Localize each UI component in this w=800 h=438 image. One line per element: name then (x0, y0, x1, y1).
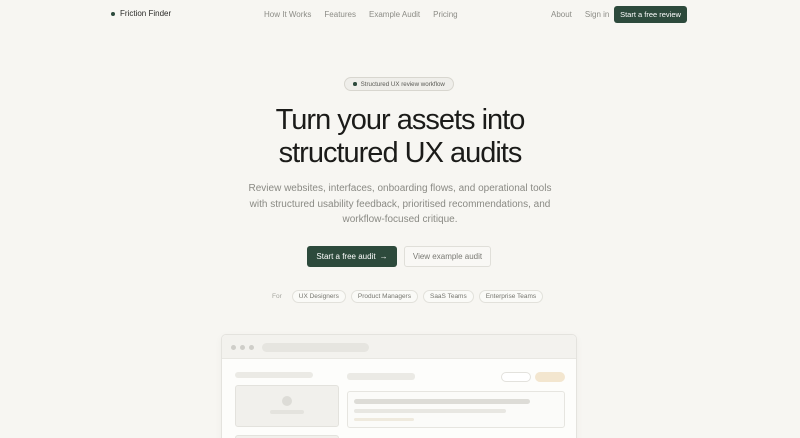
start-free-audit-label: Start a free audit (316, 252, 376, 261)
audience-pill-saas-teams: SaaS Teams (422, 290, 474, 303)
headline-line-2: structured UX audits (278, 137, 523, 169)
window-dot-icon (231, 345, 236, 350)
brand-logo[interactable]: Friction Finder (111, 9, 171, 18)
skeleton-card (235, 385, 339, 427)
placeholder-image-icon (282, 396, 292, 406)
skeleton-pill (501, 372, 531, 382)
nav-link-features[interactable]: Features (324, 10, 356, 19)
arrow-right-icon: → (379, 252, 388, 261)
badge-dot-icon (353, 82, 357, 86)
skeleton-line (354, 409, 506, 413)
nav-links: How It Works Features Example Audit Pric… (264, 10, 458, 19)
headline-line-1: Turn your assets into (275, 104, 526, 136)
skeleton-line (347, 373, 415, 380)
window-dot-icon (240, 345, 245, 350)
preview-window-titlebar (222, 335, 576, 359)
audience-list: For UX Designers Product Managers SaaS T… (272, 290, 544, 303)
skeleton-line (354, 418, 414, 421)
nav-link-how-it-works[interactable]: How It Works (264, 10, 311, 19)
nav-secondary-links: About Sign in (551, 10, 609, 19)
subtext-line-1: Review websites, interfaces, onboarding … (248, 183, 552, 194)
start-free-review-button[interactable]: Start a free review (614, 6, 687, 23)
product-preview-window (221, 334, 577, 438)
top-navigation: Friction Finder How It Works Features Ex… (0, 0, 800, 30)
window-dot-icon (249, 345, 254, 350)
hero-headline: Turn your assets into structured UX audi… (200, 104, 600, 170)
audience-pill-enterprise-teams: Enterprise Teams (478, 290, 544, 303)
nav-link-pricing[interactable]: Pricing (433, 10, 457, 19)
audience-pill-ux-designers: UX Designers (291, 290, 346, 303)
nav-link-signin[interactable]: Sign in (585, 10, 609, 19)
workflow-badge: Structured UX review workflow (344, 77, 454, 91)
badge-label: Structured UX review workflow (360, 80, 445, 88)
view-example-audit-button[interactable]: View example audit (404, 246, 491, 267)
preview-address-bar (262, 343, 369, 352)
subtext-line-3: workflow-focused critique. (342, 214, 458, 225)
skeleton-line (235, 372, 313, 378)
audience-label: For (272, 293, 282, 300)
subtext-line-2: with structured usability feedback, prio… (249, 198, 551, 210)
brand-name: Friction Finder (120, 9, 172, 18)
nav-link-example-audit[interactable]: Example Audit (369, 10, 420, 19)
audience-pill-product-managers: Product Managers (350, 290, 418, 303)
nav-link-about[interactable]: About (551, 10, 572, 19)
skeleton-line (354, 399, 530, 404)
skeleton-line (270, 410, 304, 414)
start-free-audit-button[interactable]: Start a free audit → (307, 246, 397, 267)
hero-subtext: Review websites, interfaces, onboarding … (240, 181, 560, 228)
brand-dot-icon (111, 11, 115, 16)
skeleton-pill (535, 372, 565, 382)
